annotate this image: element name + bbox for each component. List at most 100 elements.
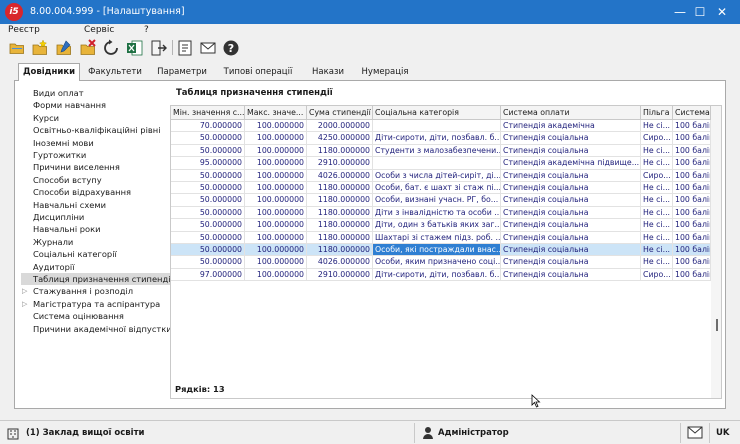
open-folder-icon[interactable]	[8, 39, 26, 57]
tab-parameters[interactable]: Параметри	[152, 65, 212, 81]
list-item[interactable]: Способи вступу	[21, 174, 173, 186]
table-cell[interactable]: Стипендія соціальна	[501, 169, 641, 182]
scrollbar-thumb[interactable]	[716, 319, 718, 331]
expand-arrow-icon[interactable]: ▷	[22, 285, 27, 297]
minimize-button[interactable]: —	[670, 0, 690, 24]
menu-registry[interactable]: Реєстр	[8, 25, 40, 35]
table-cell[interactable]: 50.000000	[171, 144, 245, 158]
table-cell[interactable]: 50.000000	[171, 256, 245, 269]
list-item[interactable]: Причини академічної відпустки	[21, 323, 173, 335]
table-cell[interactable]: Діти, один з батьків яких заг...	[373, 219, 501, 232]
table-cell[interactable]: Особи, визнані учасн. РГ, бо...	[373, 194, 501, 207]
expand-arrow-icon[interactable]: ▷	[22, 298, 27, 310]
table-cell[interactable]: 100.000000	[245, 169, 307, 182]
table-cell[interactable]: Не сі...	[641, 144, 673, 158]
table-cell[interactable]: Не сі...	[641, 244, 673, 257]
table-cell[interactable]: 95.000000	[171, 157, 245, 170]
exit-icon[interactable]	[150, 39, 168, 57]
column-header[interactable]: Пільга	[641, 106, 673, 120]
list-item[interactable]: Соціальні категорії	[21, 248, 173, 260]
table-row[interactable]: 50.000000 100.000000 1180.000000 Особи, бат…	[171, 182, 711, 195]
table-row[interactable]: 50.000000 100.000000 4026.000000 Особи з чи…	[171, 169, 711, 182]
table-row[interactable]: 70.000000 100.000000 2000.000000 Стипендія …	[171, 120, 711, 133]
table-cell[interactable]: Не сі...	[641, 256, 673, 269]
table-cell[interactable]: Не сі...	[641, 231, 673, 244]
status-user[interactable]: Адміністратор	[438, 428, 509, 438]
list-item[interactable]: Іноземні мови	[21, 137, 173, 149]
table-cell[interactable]: 100 балів	[673, 219, 711, 232]
table-cell[interactable]: 1180.000000	[307, 182, 373, 195]
table-row[interactable]: 97.000000 100.000000 2910.000000 Діти-сирот…	[171, 268, 711, 282]
table-cell[interactable]	[373, 157, 501, 170]
table-cell[interactable]: Не сі...	[641, 157, 673, 170]
table-cell[interactable]: Діти з інвалідністю та особи ...	[373, 206, 501, 220]
table-cell[interactable]: Не сі...	[641, 120, 673, 133]
refresh-icon[interactable]	[102, 39, 120, 57]
table-cell[interactable]: 1180.000000	[307, 194, 373, 207]
table-row[interactable]: 50.000000 100.000000 1180.000000 Шахтарі зі…	[171, 231, 711, 244]
table-cell[interactable]: 2910.000000	[307, 157, 373, 170]
menu-service[interactable]: Сервіс	[84, 25, 114, 35]
table-cell[interactable]: 100 балів	[673, 132, 711, 145]
menu-help[interactable]: ?	[144, 25, 149, 35]
tab-numbering[interactable]: Нумерація	[356, 65, 414, 81]
close-button[interactable]: ✕	[712, 0, 732, 24]
table-cell[interactable]: 50.000000	[171, 244, 245, 257]
document-icon[interactable]	[176, 39, 194, 57]
delete-folder-icon[interactable]	[79, 39, 97, 57]
table-row[interactable]: 50.000000 100.000000 1180.000000 Особи, виз…	[171, 194, 711, 207]
table-cell[interactable]: 50.000000	[171, 206, 245, 220]
table-row-selected[interactable]: 50.000000 100.000000 1180.000000 Особи, які…	[171, 244, 711, 257]
table-cell[interactable]: 1180.000000	[307, 206, 373, 220]
list-item[interactable]: Причини виселення	[21, 161, 173, 173]
table-cell[interactable]: 50.000000	[171, 182, 245, 195]
list-item[interactable]: Форми навчання	[21, 99, 173, 111]
column-header[interactable]: Система оплати	[501, 106, 641, 120]
table-row[interactable]: 50.000000 100.000000 1180.000000 Студенти з…	[171, 144, 711, 158]
table-cell[interactable]: Не сі...	[641, 206, 673, 220]
table-cell[interactable]: Стипендія соціальна	[501, 219, 641, 232]
table-cell[interactable]: 1180.000000	[307, 144, 373, 158]
table-cell[interactable]: Особи, яким призначено соці...	[373, 256, 501, 269]
list-item[interactable]: Аудиторії	[21, 261, 173, 273]
table-cell[interactable]: Студенти з малозабезпечени...	[373, 144, 501, 158]
table-cell[interactable]: Стипендія соціальна	[501, 194, 641, 207]
table-cell[interactable]: 100.000000	[245, 194, 307, 207]
table-cell[interactable]: 100.000000	[245, 244, 307, 257]
table-cell[interactable]: 97.000000	[171, 268, 245, 282]
table-cell[interactable]: 50.000000	[171, 169, 245, 182]
column-header[interactable]: Сума стипендії	[307, 106, 373, 120]
table-cell[interactable]	[373, 120, 501, 133]
table-cell[interactable]: Стипендія академічна	[501, 120, 641, 133]
table-cell[interactable]: 100.000000	[245, 120, 307, 133]
table-row[interactable]: 95.000000 100.000000 2910.000000 Стипендія …	[171, 157, 711, 170]
table-cell[interactable]: 100 балів	[673, 182, 711, 195]
table-cell[interactable]: Стипендія академічна підвище...	[501, 157, 641, 170]
mail-icon[interactable]	[687, 426, 703, 439]
help-icon[interactable]: ?	[222, 39, 240, 57]
list-item-selected[interactable]: Таблиця призначення стипендії	[21, 273, 173, 285]
table-cell[interactable]: 100 балів	[673, 268, 711, 282]
table-cell[interactable]: 100 балів	[673, 169, 711, 182]
table-row[interactable]: 50.000000 100.000000 1180.000000 Діти, один…	[171, 219, 711, 232]
table-cell[interactable]: Діти-сироти, діти, позбавл. б...	[373, 132, 501, 145]
horizontal-scrollbar[interactable]	[184, 398, 196, 399]
table-cell[interactable]: Особи, бат. є шахт зі стаж пі...	[373, 182, 501, 195]
list-item[interactable]: Система оцінювання	[21, 310, 173, 322]
tab-directories[interactable]: Довідники	[18, 63, 80, 82]
column-header[interactable]: Система	[673, 106, 711, 120]
table-cell[interactable]: Стипендія соціальна	[501, 132, 641, 145]
list-item[interactable]: Гуртожитки	[21, 149, 173, 161]
column-header[interactable]: Макс. значе...	[245, 106, 307, 120]
list-item[interactable]: Освітньо-кваліфікаційні рівні	[21, 124, 173, 136]
table-cell[interactable]: Сиро...	[641, 169, 673, 182]
table-cell[interactable]: Стипендія соціальна	[501, 231, 641, 244]
table-cell[interactable]: 100 балів	[673, 194, 711, 207]
table-cell[interactable]: 100.000000	[245, 231, 307, 244]
table-cell[interactable]: 1180.000000	[307, 231, 373, 244]
table-cell[interactable]: 50.000000	[171, 231, 245, 244]
table-row[interactable]: 50.000000 100.000000 1180.000000 Діти з інв…	[171, 206, 711, 220]
table-cell[interactable]: 100 балів	[673, 120, 711, 133]
table-cell[interactable]: 1180.000000	[307, 219, 373, 232]
table-cell[interactable]: 100 балів	[673, 206, 711, 220]
